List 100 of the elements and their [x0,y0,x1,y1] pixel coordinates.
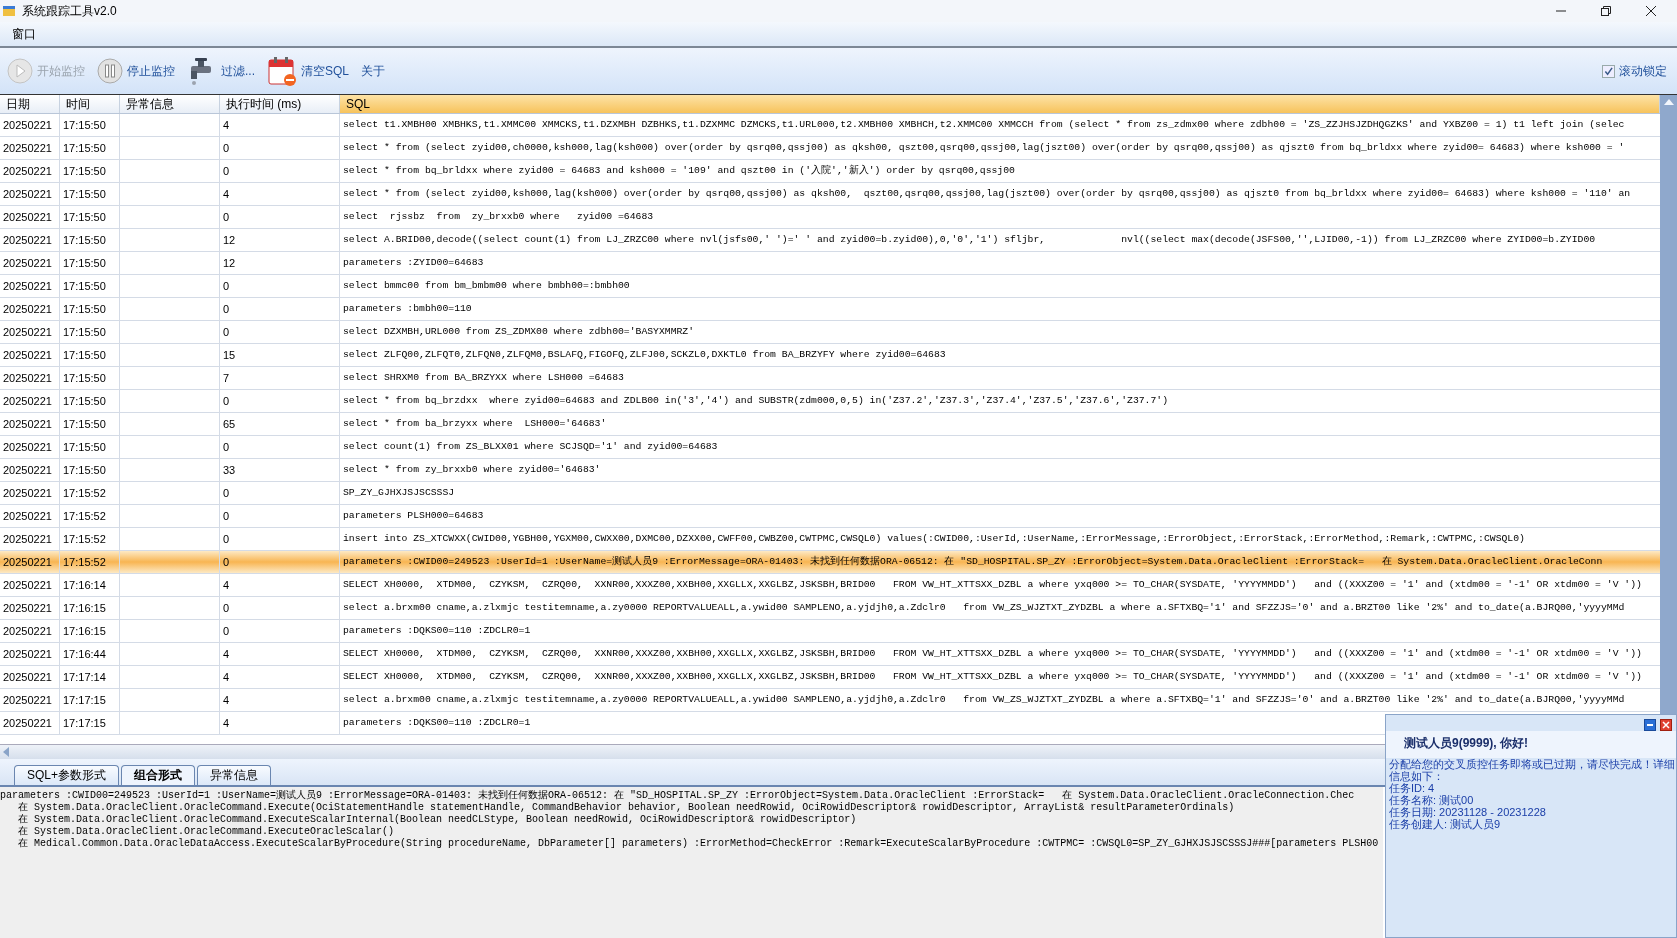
table-cell: 0 [220,275,340,297]
toolbar-button[interactable]: 清空SQL [264,56,353,86]
table-cell: 20250221 [0,482,60,504]
table-cell: 17:15:50 [60,137,120,159]
table-cell: 4 [220,574,340,596]
table-row[interactable] [0,643,1660,666]
notification-title: 测试人员9(9999), 你好! [1386,731,1676,758]
table-row[interactable]: 20250221 17:15:52 0 parameters PLSH000=64683 [0,505,1660,528]
checkbox[interactable] [1602,64,1615,78]
table-cell-text: select SHRXM0 from BA_BRZYXX where LSH000 =64683 [342,371,624,385]
table-cell: 17:15:52 [60,528,120,550]
table-cell: 7 [220,367,340,389]
toolbar-button[interactable]: 过滤... [184,56,258,86]
tab[interactable]: SQL+参数形式 [14,765,120,785]
notification-detail: 任务名称: 测试00 [1389,794,1475,806]
table-cell: 17:15:50 [60,413,120,435]
table-cell: 20250221 [0,321,60,343]
column-header[interactable]: SQL [340,95,1660,113]
table-row[interactable] [0,114,1660,137]
table-row[interactable]: 20250221 17:15:50 0 parameters :bmbh00=110 [0,298,1660,321]
table-cell: 4 [220,183,340,205]
table-row[interactable]: 20250221 17:15:50 0 select DZXMBH,URL000 from ZS_ZDMX00 where zdbh00='BASYXMMRZ' [0,321,1660,344]
table-cell: 20250221 [0,252,60,274]
table-cell: 0 [220,597,340,619]
table-cell-text: parameters :CWID00=249523 :UserId=1 :UserName=测试人员9 :ErrorMessage=ORA-01403: 未找到任何数据ORA-06512: 在 "SD_HOSPITAL.SP_ZY :ErrorObject=System.Data.OracleClient :ErrorStack= 在 System.Data.OracleClient.OracleConn [342,555,1603,569]
table-cell-text: select * from zy_brxxb0 where zyid00='64683' [342,463,601,477]
notification-message: 分配给您的交叉质控任务即将或已过期，请尽快完成！详细信息如下： [1389,758,1676,782]
table-cell: 0 [220,528,340,550]
window-title: 系统跟踪工具v2.0 [22,2,117,20]
notification-detail: 任务ID: 4 [1389,782,1436,794]
table-cell: 4 [220,114,340,136]
table-cell: 12 [220,252,340,274]
table-row[interactable]: 20250221 17:15:50 7 select SHRXM0 from BA_BRZYXX where LSH000 =64683 [0,367,1660,390]
table-row[interactable] [0,666,1660,689]
toolbar-button[interactable]: 关于 [358,62,389,80]
table-cell-text: select * from bq_brldxx where zyid00 = 64683 and ksh000 = '109' and qszt00 in ('入院','新入') order by qsrq00,qssj00 [342,163,1015,178]
column-header[interactable]: 异常信息 [120,95,220,113]
table-cell-text: select * from (select zyid00,ch0000,ksh000,lag(ksh000) over(order by qsrq00,qssj00) as qksh00, qszt00,qsrq00,qssj00,lag(jszt00) over(order by qsrq00,qssj00) as qjszt0 from bq_brldxx where zyid00= 64683) where ksh000 = ' [342,141,1625,155]
table-cell: 15 [220,344,340,366]
table-cell: 17:15:50 [60,344,120,366]
table-cell-text: select t1.XMBH00 XMBHKS,t1.XMMC00 XMMCKS,t1.DZXMBH DZBHKS,t1.DZXMMC DZMCKS,t1.URL000,t2.XMBH00 XMBHCH,t2.XMMC00 XMMCCH from (select * from zs_zdmx00 where zdbh00 = 'ZS_ZZJHSJZDHQGZKS' and YXBZ00 = 1) t1 left join (selec [342,118,1625,132]
table-row[interactable]: 20250221 17:15:50 65 select * from ba_brzyxx where LSH000='64683' [0,413,1660,436]
table-row[interactable]: 20250221 17:15:50 0 select rjssbz from zy_brxxb0 where zyid00 =64683 [0,206,1660,229]
table-cell: 12 [220,229,340,251]
table-cell: 17:17:14 [60,666,120,688]
table-row[interactable] [0,551,1660,574]
table-cell: 17:15:50 [60,229,120,251]
table-cell-text: select DZXMBH,URL000 from ZS_ZDMX00 where zdbh00='BASYXMMRZ' [342,325,695,339]
table-cell: 65 [220,413,340,435]
tab[interactable]: 异常信息 [197,765,272,785]
table-cell-text: parameters :bmbh00=110 [342,302,472,316]
table-row[interactable] [0,183,1660,206]
notification-detail: 任务创建人: 测试人员9 [1389,818,1502,830]
table-row[interactable]: 20250221 17:15:50 0 select * from bq_brldxx where zyid00 = 64683 and ksh000 = '109' and qszt00 in ('入院','新入') order by qsrq00,qssj00 [0,160,1660,183]
table-row[interactable] [0,597,1660,620]
table-cell: 17:16:14 [60,574,120,596]
log-line: 在 System.Data.OracleClient.OracleCommand.ExecuteScalarInternal(Boolean needCLStype, Boolean needRowid, OciRowidDescriptor& rowidDescriptor) [17,814,858,826]
table-cell: 20250221 [0,436,60,458]
log-line: 在 Medical.Common.Data.OracleDataAccess.ExecuteScalarByProcedure(String procedureName, DbParameter[] parameters) :ErrorMethod=CheckError :Remark=ExecuteScalarByProcedure :CWTPMC= :CWSQL0=SP_ZY_GJHXJSJSCSSSJ###[parameters PLSH00 [17,838,1380,850]
table-cell-text: SELECT XH0000, XTDM00, CZYKSM, CZRQ00, XXNR00,XXXZ00,XXBH00,XXGLLX,XXGLBZ,JSKSBH,BRID00 FROM VW_HT_XTTSXX_DZBL a where yxq000 >= TO_CHAR(SYSDATE, 'YYYYMMDD') and ((XXXZ00 = '1' and (xtdm00 = '-1' OR xtdm00 = 'V ')) [342,578,1642,592]
app-icon [2,4,16,18]
table-cell: 0 [220,436,340,458]
table-row[interactable]: 20250221 17:16:15 0 parameters :DQKS00=110 :ZDCLR0=1 [0,620,1660,643]
table-row[interactable]: 20250221 17:15:50 0 select count(1) from ZS_BLXX01 where SCJSQD='1' and zyid00=64683 [0,436,1660,459]
table-row[interactable]: 20250221 17:15:50 12 parameters :ZYID00=64683 [0,252,1660,275]
table-cell-text: select rjssbz from zy_brxxb0 where zyid00 =64683 [342,210,654,224]
table-row[interactable]: 20250221 17:15:52 0 SP_ZY_GJHXJSJSCSSSJ [0,482,1660,505]
table-cell-text: insert into ZS_XTCWXX(CWID00,YGBH00,YGXM00,CWXX00,DXMC00,DZXX00,CWFF00,CWBZ00,CWTPMC,CWSQL0) values(:CWID00,:UserId,:UserName,:ErrorMessage,:ErrorObject,:ErrorStack,:ErrorMethod,:Remark,:CWTPMC,:CWSQL0) [342,532,1525,546]
table-cell: 17:15:50 [60,321,120,343]
table-row[interactable]: 20250221 17:15:50 0 select bmmc00 from bm_bmbm00 where bmbh00=:bmbh00 [0,275,1660,298]
table-row[interactable] [0,137,1660,160]
table-row[interactable] [0,689,1660,712]
table-cell: 0 [220,160,340,182]
tab[interactable]: 组合形式 [121,765,196,785]
table-row[interactable] [0,574,1660,597]
table-cell: 17:16:15 [60,620,120,642]
table-cell: 0 [220,321,340,343]
table-row[interactable]: 20250221 17:15:50 33 select * from zy_brxxb0 where zyid00='64683' [0,459,1660,482]
table-row[interactable]: 20250221 17:15:50 0 select * from bq_brzdxx where zyid00=64683 and ZDLB00 in('3','4') and SUBSTR(zdm000,0,5) in('Z37.2','Z37.3','Z37.4','Z37.5','Z37.6','Z37.7') [0,390,1660,413]
restore-icon[interactable] [1600,5,1612,17]
table-cell: 0 [220,206,340,228]
table-cell: 17:15:50 [60,436,120,458]
toolbar-button[interactable]: 停止监控 [94,58,178,84]
table-row[interactable]: 20250221 17:15:50 15 select ZLFQ00,ZLFQT0,ZLFQN0,ZLFQM0,BSLAFQ,FIGOFQ,ZLFJ00,SCKZL0,DXKTL0 from BA_BRZYFY where zyid00=64683 [0,344,1660,367]
column-header[interactable]: 日期 [0,95,60,113]
table-cell-text: SP_ZY_GJHXJSJSCSSSJ [342,486,455,500]
table-cell: 17:15:50 [60,367,120,389]
close-icon[interactable] [1660,719,1672,731]
log-line: 在 System.Data.OracleClient.OracleCommand.Execute(OciStatementHandle statementHandle, CommandBehavior behavior, Boolean needRowid, OciRowidDescriptor& rowidDescriptor, ArrayList& resultParameterOrdinals) [17,802,1236,814]
minimize-icon[interactable] [1644,719,1656,731]
table-cell: 0 [220,482,340,504]
column-header[interactable]: 时间 [60,95,120,113]
table-row[interactable] [0,229,1660,252]
table-cell: 17:15:50 [60,183,120,205]
table-cell: 20250221 [0,666,60,688]
table-cell: 0 [220,298,340,320]
table-cell: 17:15:50 [60,459,120,481]
menu-item[interactable]: 窗口 [12,25,36,43]
close-icon[interactable] [1645,5,1657,17]
table-cell: 0 [220,390,340,412]
